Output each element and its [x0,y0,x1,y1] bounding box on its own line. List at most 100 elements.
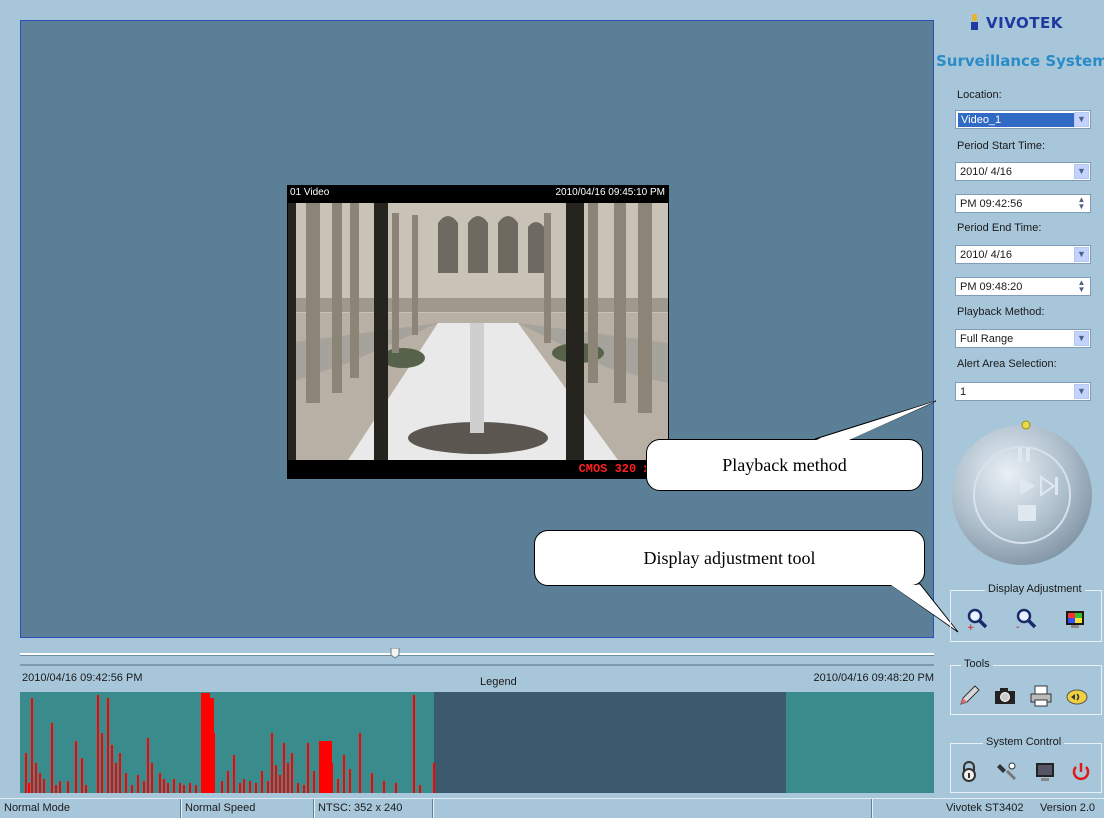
chevron-down-icon[interactable]: ▼ [1074,164,1089,179]
end-date-picker[interactable]: 2010/ 4/16 ▼ [955,245,1091,264]
lock-icon[interactable] [957,760,981,784]
timeline-event-bar [313,771,315,793]
timeline-event-bar [81,758,83,793]
callout-pointer-playback-mask [816,401,936,440]
logo-mark-icon [971,14,978,30]
timeline-event-bar [159,773,161,793]
legend-button[interactable]: Legend [480,676,517,688]
audio-icon[interactable] [1065,684,1089,708]
timeline-event-bar [195,785,197,793]
timeline-event-bar [261,771,263,793]
timeline-event-bar [97,695,99,793]
print-icon[interactable] [1029,684,1053,708]
pencil-icon[interactable] [957,684,981,708]
playback-method-value: Full Range [960,333,1014,345]
timeline-event-bar [243,779,245,793]
timeline-event-bar [239,783,241,793]
timeline-event-bar [233,755,235,793]
app-title: Surveillance System [936,52,1104,70]
alert-area-value: 1 [960,386,967,398]
timeline-event-bar [331,763,333,793]
vivotek-logo: VIVOTEK [968,10,1062,38]
timeline-event-bar [67,781,69,793]
timeline-event-bar [291,753,293,793]
timeline-event-bar [343,755,345,793]
timeline-event-bar [51,723,53,793]
spinner-arrows-icon[interactable]: ▲ ▼ [1074,279,1089,294]
end-time-value: PM 09:48:20 [960,281,1023,293]
playback-control-knob[interactable] [942,415,1102,573]
timeline-event-bar [39,773,41,793]
timeline-event-bar [337,779,339,793]
color-adjust-icon[interactable] [1063,607,1087,631]
timeline-event-bar [303,785,305,793]
chevron-down-icon[interactable]: ▼ [1074,384,1089,399]
start-time-spinner[interactable]: PM 09:42:56 ▲ ▼ [955,194,1091,213]
display-adjustment-group: Display Adjustment + - [950,583,1102,642]
indicator-led-icon [1021,420,1031,430]
timeline-event-bar [75,741,77,793]
timeline-event-bar [419,785,421,793]
chevron-down-icon[interactable]: ▼ [1074,112,1089,127]
spinner-arrows-icon[interactable]: ▲ ▼ [1074,196,1089,211]
timeline-event-bar [147,738,149,793]
timeline-event-bar [119,753,121,793]
zoom-out-icon[interactable]: - [1014,607,1038,631]
playback-method-select[interactable]: Full Range ▼ [955,329,1091,348]
timeline-event-bar [131,785,133,793]
event-timeline[interactable] [20,692,934,793]
timeline-event-bar [101,733,103,793]
timeline-event-bar [297,783,299,793]
system-control-title: System Control [983,736,1065,748]
monitor-icon[interactable] [1033,760,1057,784]
timeline-event-bar [221,781,223,793]
timeline-event-bar [267,781,269,793]
playback-method-label: Playback Method: [957,306,1045,318]
zoom-in-icon[interactable]: + [965,607,989,631]
slider-baseline [20,664,934,666]
timeline-event-bar [183,785,185,793]
period-start-label: Period Start Time: [957,140,1046,152]
timeline-event-bar [383,781,385,793]
svg-text:-: - [1016,622,1020,631]
timeline-event-bar [85,785,87,793]
timeline-event-bar [213,733,215,793]
timeline-event-bar [413,695,415,793]
location-value: Video_1 [958,113,1074,127]
timeline-event-bar [35,763,37,793]
timeline-event-bar [349,769,351,793]
timeline-event-bar [371,773,373,793]
end-time-spinner[interactable]: PM 09:48:20 ▲ ▼ [955,277,1091,296]
timeline-event-bar [433,763,435,793]
timeline-event-bar [115,763,117,793]
alert-area-select[interactable]: 1 ▼ [955,382,1091,401]
snapshot-camera-icon[interactable] [993,684,1017,708]
video-title-bar: 01 Video 2010/04/16 09:45:10 PM [287,185,669,202]
status-mode: Normal Mode [4,802,71,814]
timeline-start-time: 2010/04/16 09:42:56 PM [22,672,143,684]
video-channel-label: 01 Video [290,187,330,198]
timeline-event-bar [287,763,289,793]
playback-slider-thumb[interactable] [390,648,400,659]
playback-slider-track[interactable] [20,653,934,656]
status-separator [432,799,434,818]
alert-area-label: Alert Area Selection: [957,358,1057,370]
power-icon[interactable] [1069,760,1093,784]
display-adjustment-title: Display Adjustment [985,583,1085,595]
video-frame[interactable]: 01 Video 2010/04/16 09:45:10 PM CMOS 320… [287,185,669,479]
timeline-event-bar [255,783,257,793]
chevron-down-icon[interactable]: ▼ [1074,247,1089,262]
settings-icon[interactable] [995,760,1019,784]
timeline-event-bar [167,783,169,793]
chevron-down-icon[interactable]: ▼ [1074,331,1089,346]
timeline-event-bar [111,745,113,793]
system-control-group: System Control [950,736,1102,793]
tools-title: Tools [961,658,993,670]
timeline-event-bar [43,779,45,793]
start-date-picker[interactable]: 2010/ 4/16 ▼ [955,162,1091,181]
status-speed: Normal Speed [185,802,256,814]
location-select[interactable]: Video_1 ▼ [955,110,1091,129]
tools-group: Tools [950,658,1102,715]
timeline-event-bar [143,781,145,793]
timeline-event-bar [59,781,61,793]
